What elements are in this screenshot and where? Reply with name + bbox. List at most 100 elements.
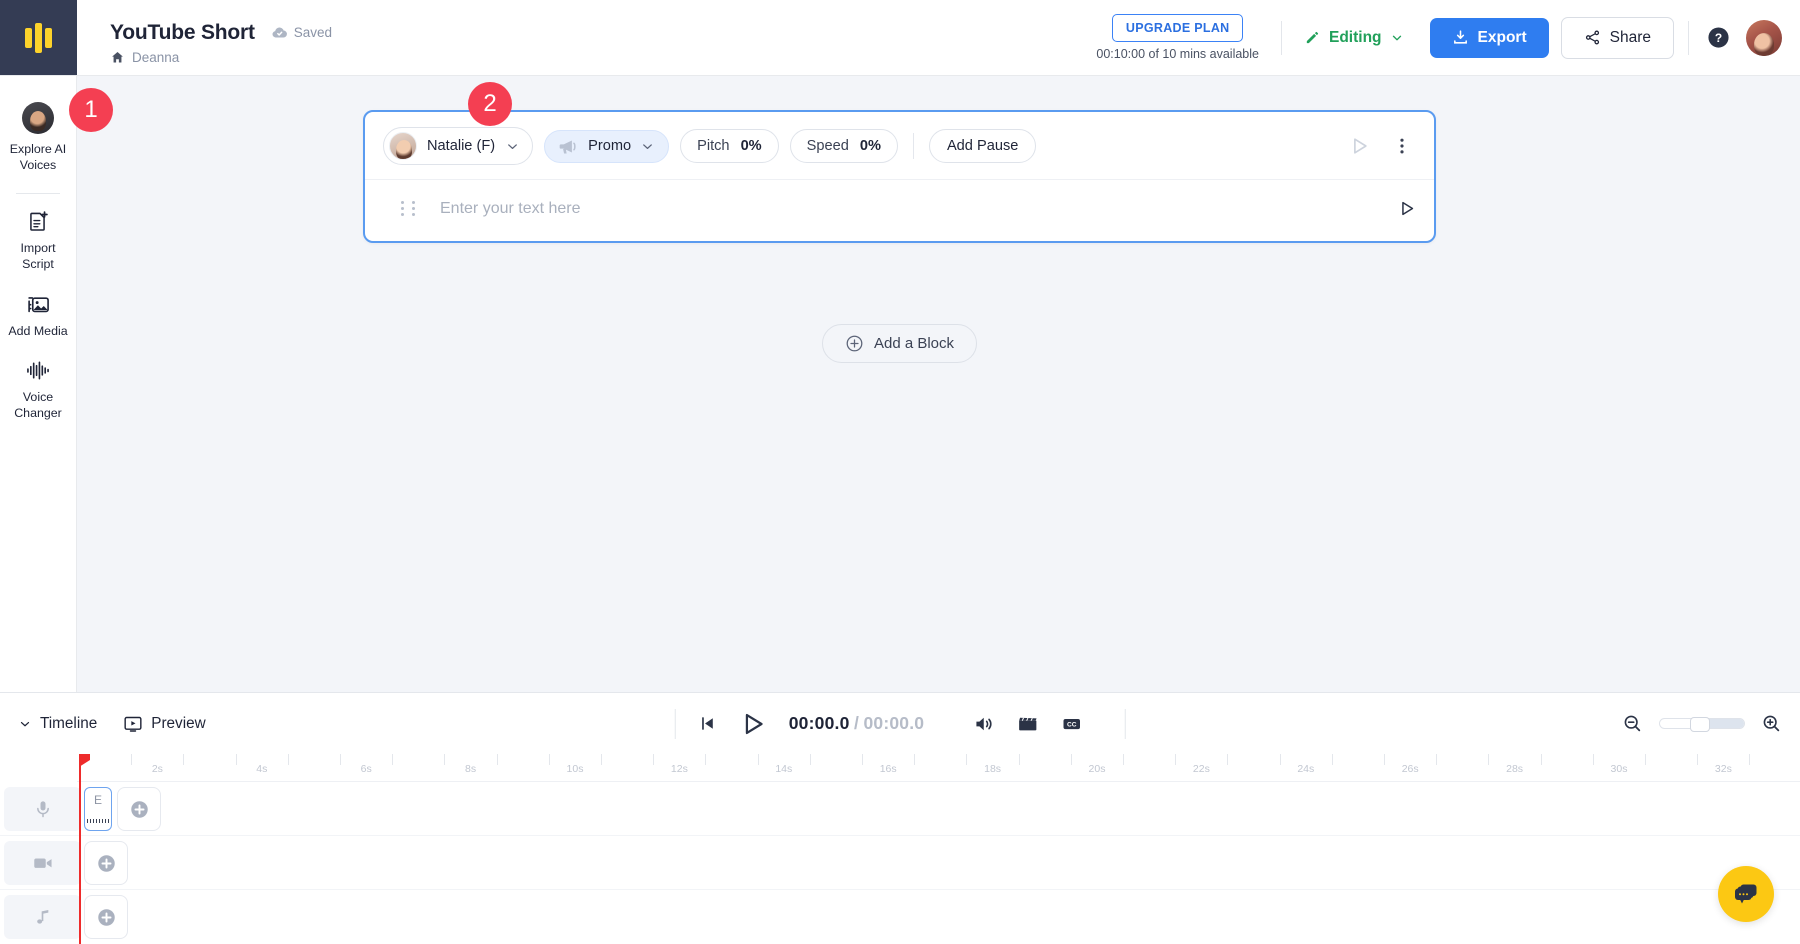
captions-button[interactable]: CC <box>1060 713 1082 735</box>
volume-button[interactable] <box>972 713 994 735</box>
timeline-track-music[interactable] <box>0 890 1800 944</box>
track-area-voice[interactable]: E <box>81 782 1800 835</box>
clip-label: E <box>94 793 102 807</box>
sidebar-item-label: Changer <box>14 406 62 420</box>
timeline-body: 2s4s6s8s10s12s14s16s18s20s22s24s26s28s30… <box>0 754 1800 944</box>
ruler-tick <box>705 754 706 765</box>
add-clip-button-voice[interactable] <box>117 787 161 831</box>
export-button[interactable]: Export <box>1430 18 1549 58</box>
avatar[interactable] <box>1746 20 1782 56</box>
sidebar-item-explore-ai-voices[interactable]: Explore AI Voices <box>0 92 77 183</box>
timeline-ruler[interactable]: 2s4s6s8s10s12s14s16s18s20s22s24s26s28s30… <box>77 754 1800 782</box>
clapperboard-button[interactable] <box>1016 713 1038 735</box>
ruler-tick <box>862 754 863 765</box>
volume-icon <box>972 713 994 735</box>
skip-to-start-button[interactable] <box>698 714 717 733</box>
voice-style-selector[interactable]: Promo <box>544 130 669 163</box>
script-text-row[interactable]: Enter your text here <box>365 179 1434 241</box>
breadcrumb[interactable]: Deanna <box>110 50 332 65</box>
voice-selector[interactable]: Natalie (F) <box>383 127 533 165</box>
sidebar-item-voice-changer[interactable]: Voice Changer <box>0 349 77 431</box>
zoom-in-icon <box>1761 713 1782 734</box>
ruler-tick <box>1541 754 1542 765</box>
zoom-slider[interactable] <box>1659 718 1745 729</box>
track-area-music[interactable] <box>81 890 1800 944</box>
speed-control[interactable]: Speed 0% <box>790 129 898 163</box>
timeline-controls: Timeline Preview <box>0 692 1800 754</box>
timeline-clip[interactable]: E <box>84 787 112 831</box>
skip-back-icon <box>698 714 717 733</box>
playback-controls: 00:00.0 / 00:00.0 CC <box>675 709 1126 739</box>
sidebar-item-label: Voices <box>20 158 57 172</box>
playhead[interactable] <box>79 754 81 944</box>
ruler-tick <box>1593 754 1594 765</box>
app-logo[interactable] <box>0 0 77 75</box>
app-root: YouTube Short Saved Deanna UPGRADE PLAN <box>0 0 1800 944</box>
ruler-tick <box>1645 754 1646 765</box>
ruler-tick <box>1175 754 1176 765</box>
saved-label: Saved <box>294 25 332 40</box>
track-area-video[interactable] <box>81 836 1800 889</box>
editing-mode-button[interactable]: Editing <box>1282 29 1426 47</box>
zoom-slider-fill <box>1706 719 1744 728</box>
block-more-menu-button[interactable] <box>1392 136 1412 156</box>
chevron-down-icon <box>1390 31 1404 45</box>
total-time: 00:00.0 <box>863 713 924 733</box>
time-display: 00:00.0 / 00:00.0 <box>789 713 925 734</box>
add-clip-button-music[interactable] <box>84 895 128 939</box>
ruler-tick <box>758 754 759 765</box>
sidebar-item-import-script[interactable]: Import Script <box>0 200 77 282</box>
ruler-tick <box>1384 754 1385 765</box>
tab-timeline[interactable]: Timeline <box>18 715 97 733</box>
cloud-check-icon <box>271 24 288 41</box>
help-icon[interactable]: ? <box>1707 26 1730 49</box>
zoom-out-button[interactable] <box>1622 713 1643 734</box>
block-play-button[interactable] <box>1348 135 1370 157</box>
timeline-track-voice[interactable]: E <box>0 782 1800 836</box>
pitch-control[interactable]: Pitch 0% <box>680 129 779 163</box>
ruler-tick <box>1488 754 1489 765</box>
divider <box>16 193 60 194</box>
ruler-tick <box>236 754 237 765</box>
voice-name-label: Natalie (F) <box>427 138 495 154</box>
ruler-tick <box>1436 754 1437 765</box>
pencil-icon <box>1304 29 1321 46</box>
divider <box>1124 709 1125 739</box>
chat-support-button[interactable] <box>1718 866 1774 922</box>
ruler-tick-label: 24s <box>1297 763 1314 775</box>
add-block-button[interactable]: Add a Block <box>822 324 977 363</box>
tab-preview[interactable]: Preview <box>123 714 205 734</box>
zoom-in-button[interactable] <box>1761 713 1782 734</box>
add-pause-button[interactable]: Add Pause <box>929 129 1036 163</box>
timeline-track-video[interactable] <box>0 836 1800 890</box>
ruler-tick <box>183 754 184 765</box>
share-button[interactable]: Share <box>1561 17 1674 59</box>
ruler-tick-label: 10s <box>567 763 584 775</box>
editing-label: Editing <box>1329 29 1382 47</box>
line-play-button[interactable] <box>1397 199 1416 218</box>
megaphone-icon <box>558 138 579 155</box>
ruler-tick <box>1697 754 1698 765</box>
ruler-tick <box>1280 754 1281 765</box>
add-clip-button-video[interactable] <box>84 841 128 885</box>
pitch-label: Pitch <box>697 138 729 154</box>
timeline-tab-label: Timeline <box>40 715 97 733</box>
sidebar-item-add-media[interactable]: Add Media <box>0 283 77 349</box>
ruler-tick <box>392 754 393 765</box>
divider <box>675 709 676 739</box>
voice-changer-icon <box>25 359 51 382</box>
play-button[interactable] <box>739 710 767 738</box>
zoom-slider-knob[interactable] <box>1690 717 1710 732</box>
time-separator: / <box>854 713 859 733</box>
page-title: YouTube Short <box>110 21 255 45</box>
script-text-input[interactable]: Enter your text here <box>440 200 581 218</box>
ruler-tick <box>497 754 498 765</box>
upgrade-plan-button[interactable]: UPGRADE PLAN <box>1112 14 1244 42</box>
waveform-icon <box>87 819 109 823</box>
zoom-out-icon <box>1622 713 1643 734</box>
plus-circle-icon <box>96 853 117 874</box>
ruler-tick <box>444 754 445 765</box>
annotation-badge-1: 1 <box>69 88 113 132</box>
drag-handle-icon[interactable] <box>401 201 419 216</box>
ruler-tick-label: 12s <box>671 763 688 775</box>
